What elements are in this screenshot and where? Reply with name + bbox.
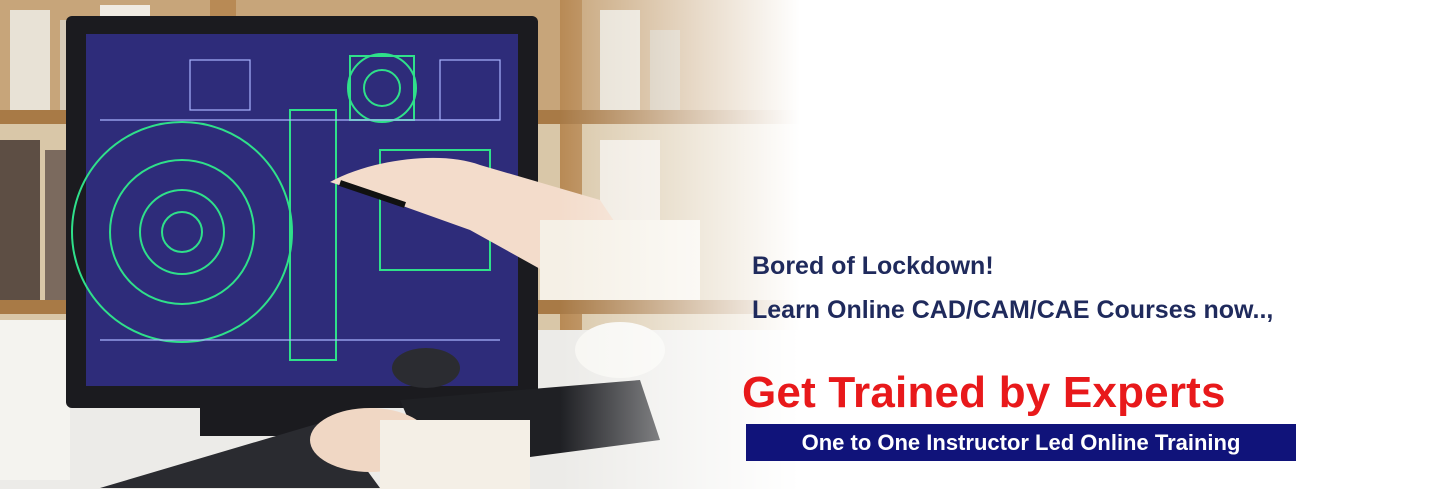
lockdown-heading: Bored of Lockdown!	[752, 252, 994, 280]
trained-by-experts-headline: Get Trained by Experts	[742, 368, 1226, 417]
courses-subheading: Learn Online CAD/CAM/CAE Courses now..,	[752, 296, 1274, 324]
hero-banner: Bored of Lockdown! Learn Online CAD/CAM/…	[0, 0, 1440, 489]
training-tag-box: One to One Instructor Led Online Trainin…	[746, 424, 1296, 461]
promo-copy: Bored of Lockdown! Learn Online CAD/CAM/…	[0, 0, 1440, 489]
training-tagline: One to One Instructor Led Online Trainin…	[801, 429, 1241, 455]
